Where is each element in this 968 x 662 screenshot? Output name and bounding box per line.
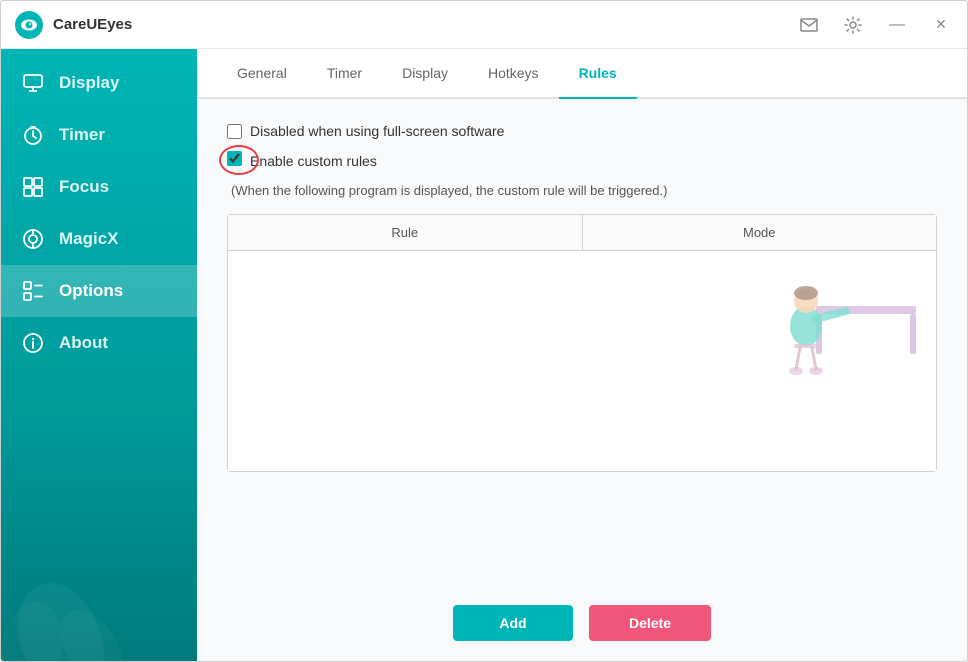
options-icon xyxy=(21,279,45,303)
checkbox-highlight xyxy=(227,151,242,171)
add-button[interactable]: Add xyxy=(453,605,573,641)
sidebar-label-timer: Timer xyxy=(59,125,105,145)
enable-custom-rules-label[interactable]: Enable custom rules xyxy=(250,153,377,169)
main-layout: Display Timer xyxy=(1,49,967,661)
tab-rules[interactable]: Rules xyxy=(559,49,637,99)
sidebar-label-focus: Focus xyxy=(59,177,109,197)
enable-custom-rules-row: Enable custom rules xyxy=(227,151,937,171)
content-area: General Timer Display Hotkeys Rules xyxy=(197,49,967,661)
timer-icon xyxy=(21,123,45,147)
disabled-fullscreen-row: Disabled when using full-screen software xyxy=(227,123,937,139)
close-button[interactable]: ✕ xyxy=(927,11,955,39)
magicx-icon xyxy=(21,227,45,251)
sidebar-item-magicx[interactable]: MagicX xyxy=(1,213,197,265)
sidebar-label-options: Options xyxy=(59,281,123,301)
minimize-button[interactable]: — xyxy=(883,11,911,39)
sidebar-item-options[interactable]: Options xyxy=(1,265,197,317)
title-bar: CareUEyes — ✕ xyxy=(1,1,967,49)
sidebar-label-about: About xyxy=(59,333,108,353)
rules-table-header: Rule Mode xyxy=(228,215,936,251)
sidebar-item-about[interactable]: About xyxy=(1,317,197,369)
tab-hotkeys[interactable]: Hotkeys xyxy=(468,49,559,99)
disabled-fullscreen-checkbox[interactable] xyxy=(227,124,242,139)
rules-col-mode-header: Mode xyxy=(583,215,937,250)
rules-table-body xyxy=(228,251,936,471)
enable-custom-rules-checkbox[interactable] xyxy=(227,151,242,166)
rules-table: Rule Mode xyxy=(227,214,937,472)
email-button[interactable] xyxy=(795,11,823,39)
sidebar-decoration xyxy=(1,541,197,661)
focus-icon xyxy=(21,175,45,199)
tabs-bar: General Timer Display Hotkeys Rules xyxy=(197,49,967,99)
sidebar-item-timer[interactable]: Timer xyxy=(1,109,197,161)
app-logo-icon xyxy=(13,9,45,41)
tab-timer[interactable]: Timer xyxy=(307,49,382,99)
delete-button[interactable]: Delete xyxy=(589,605,711,641)
display-icon xyxy=(21,71,45,95)
settings-panel: Disabled when using full-screen software… xyxy=(197,99,967,605)
sidebar-item-focus[interactable]: Focus xyxy=(1,161,197,213)
app-window: CareUEyes — ✕ xyxy=(0,0,968,662)
settings-button[interactable] xyxy=(839,11,867,39)
bottom-buttons: Add Delete xyxy=(197,605,967,661)
app-title: CareUEyes xyxy=(53,16,132,33)
gear-icon xyxy=(844,16,862,34)
email-icon xyxy=(800,18,818,32)
title-bar-controls: — ✕ xyxy=(795,11,955,39)
rules-col-rule-header: Rule xyxy=(228,215,583,250)
tab-general[interactable]: General xyxy=(217,49,307,99)
sidebar-label-magicx: MagicX xyxy=(59,229,119,249)
disabled-fullscreen-label[interactable]: Disabled when using full-screen software xyxy=(250,123,504,139)
hint-text: (When the following program is displayed… xyxy=(231,183,937,198)
title-bar-left: CareUEyes xyxy=(13,9,132,41)
sidebar-label-display: Display xyxy=(59,73,119,93)
sidebar-item-display[interactable]: Display xyxy=(1,57,197,109)
about-icon xyxy=(21,331,45,355)
sidebar: Display Timer xyxy=(1,49,197,661)
tab-display[interactable]: Display xyxy=(382,49,468,99)
